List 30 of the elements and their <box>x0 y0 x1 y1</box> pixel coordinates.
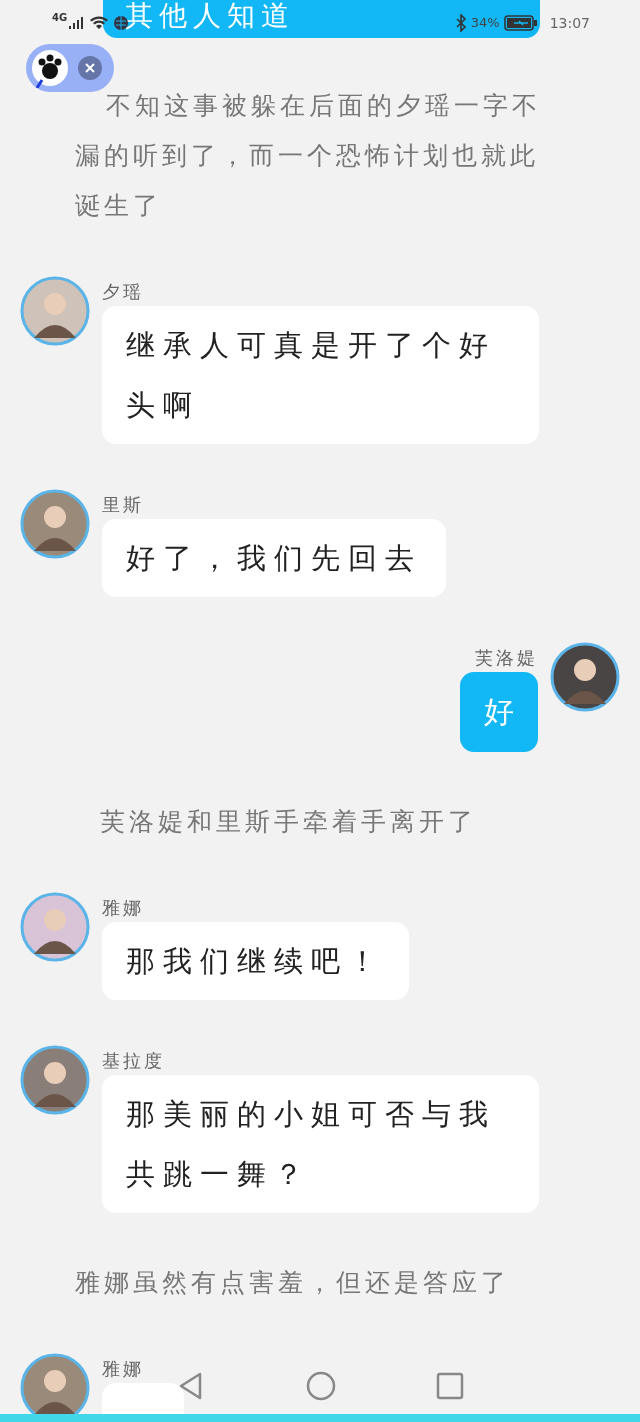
close-icon[interactable] <box>78 56 102 80</box>
avatar[interactable] <box>20 276 90 346</box>
sender-name: 芙洛媞 <box>475 646 538 670</box>
avatar[interactable] <box>20 892 90 962</box>
sender-name: 里斯 <box>102 493 145 517</box>
recents-icon[interactable] <box>436 1372 464 1400</box>
bluetooth-icon <box>454 14 467 32</box>
message-bubble: 好了，我们先回去 <box>102 519 446 597</box>
message-bubble: 那我们继续吧！ <box>102 922 409 1000</box>
sender-name: 雅娜 <box>102 1357 145 1381</box>
paw-icon <box>30 48 70 88</box>
wifi-icon <box>89 15 110 31</box>
signal-icon <box>67 15 84 31</box>
narration-text: 不知这事被躲在后面的夕瑶一字不漏的听到了，而一个恐怖计划也就此诞生了 <box>75 90 542 222</box>
battery-percent: 34% <box>470 14 500 33</box>
narration-text: 芙洛媞和里斯手牵着手离开了 <box>100 806 478 838</box>
sender-name: 基拉度 <box>102 1049 166 1073</box>
avatar[interactable] <box>20 1045 90 1115</box>
message-bubble: 好 <box>460 672 538 752</box>
narration-text: 雅娜虽然有点害羞，但还是答应了 <box>75 1267 511 1299</box>
sender-name: 夕瑶 <box>102 280 145 304</box>
message-bubble: 那美丽的小姐可否与我共跳一舞？ <box>102 1075 539 1213</box>
avatar[interactable] <box>550 642 620 712</box>
clock-time: 13:07 <box>549 13 590 33</box>
avatar[interactable] <box>20 489 90 559</box>
message-bubble: 继承人可真是开了个好头啊 <box>102 306 539 444</box>
home-icon[interactable] <box>306 1371 336 1401</box>
network-type: 4G <box>52 13 68 23</box>
sender-name: 雅娜 <box>102 896 145 920</box>
floating-widget[interactable] <box>26 44 114 92</box>
